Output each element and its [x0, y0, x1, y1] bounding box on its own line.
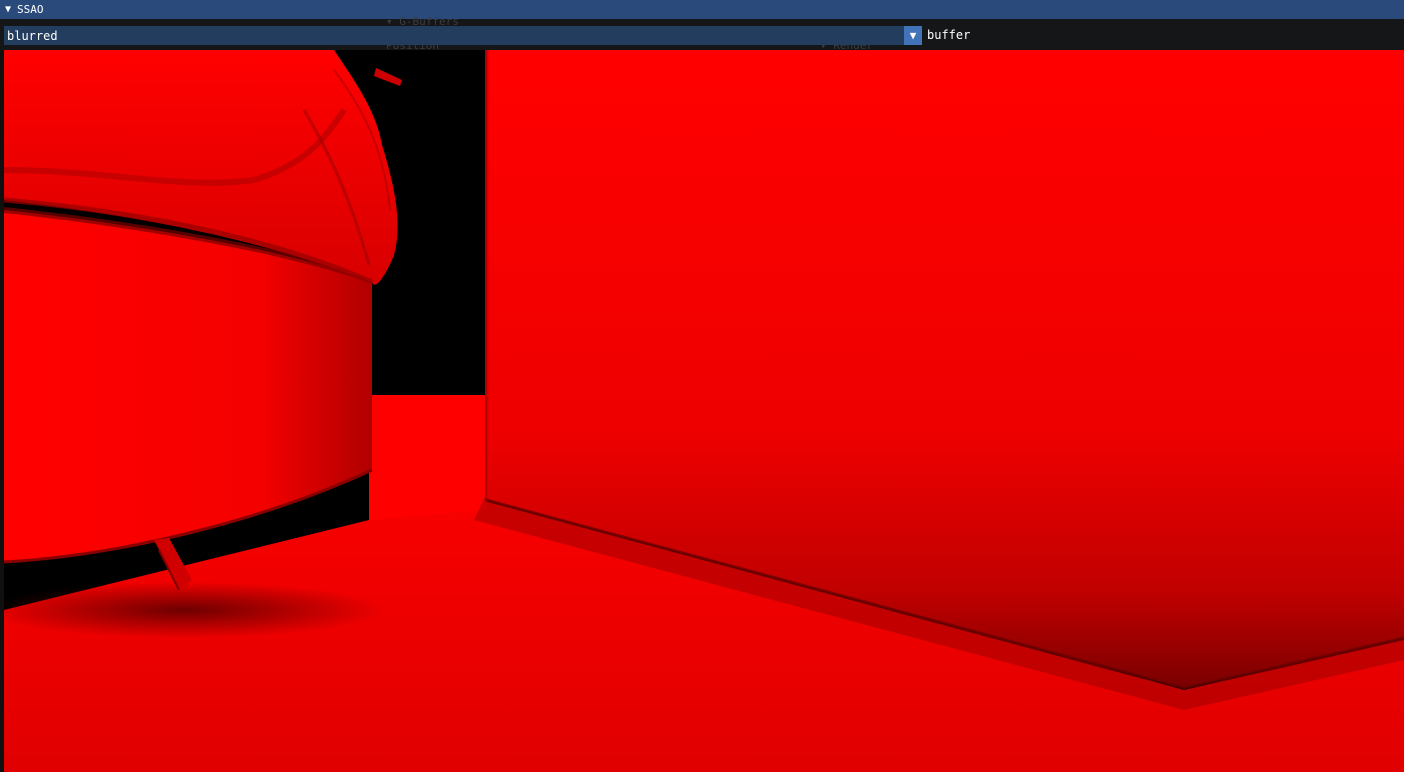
window-title: SSAO: [17, 3, 44, 16]
ssao-viewport[interactable]: [4, 50, 1404, 772]
ssao-window: ▼ SSAO ▾ G-Buffers Position ▾ Render blu…: [0, 0, 1404, 772]
collapse-arrow-icon[interactable]: ▼: [0, 0, 16, 19]
triangle-down-icon[interactable]: ▼: [904, 26, 922, 45]
buffer-combo[interactable]: blurred ▼: [4, 26, 922, 45]
buffer-combo-label: buffer: [927, 28, 971, 42]
ssao-render-image: [4, 50, 1404, 772]
toolbar: ▾ G-Buffers Position ▾ Render blurred ▼ …: [0, 15, 1404, 52]
buffer-combo-value: blurred: [7, 28, 58, 43]
window-titlebar[interactable]: ▼ SSAO: [0, 0, 1404, 19]
